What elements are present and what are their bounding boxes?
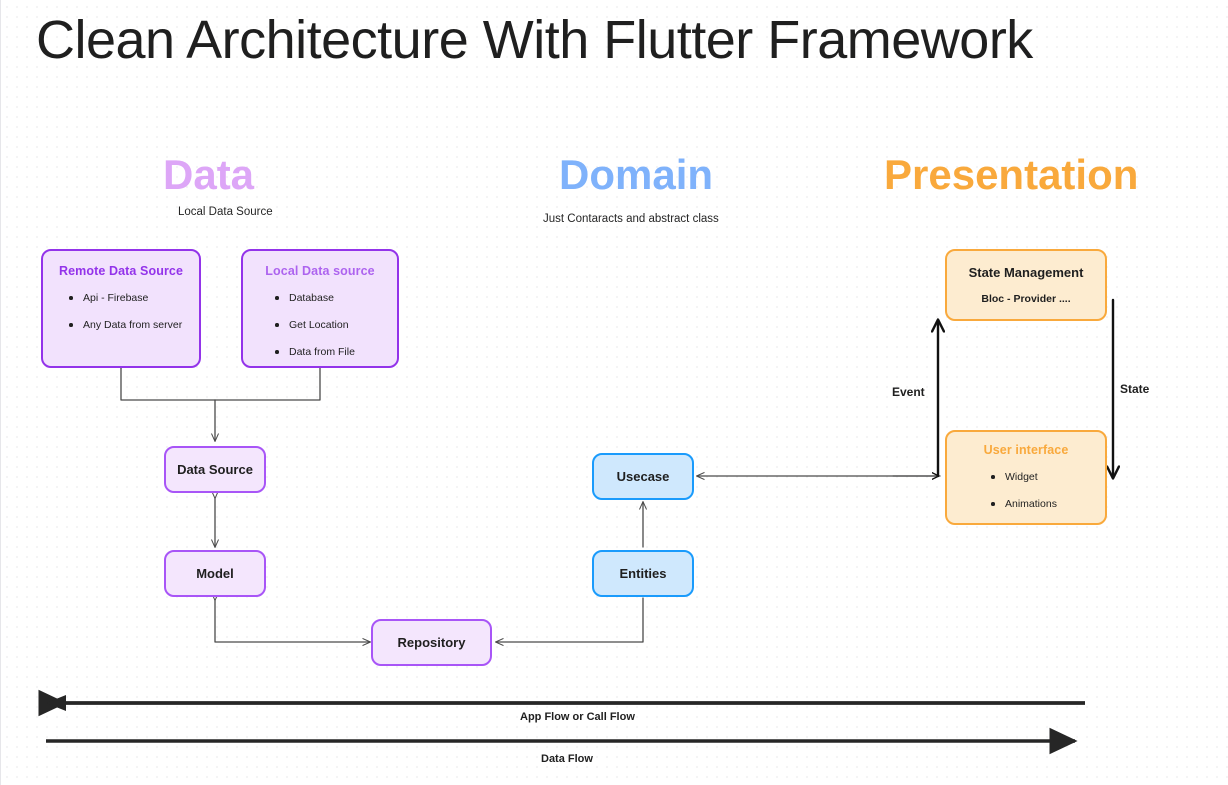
flow-label-app-flow: App Flow or Call Flow — [520, 711, 635, 723]
diagram-canvas — [0, 0, 1228, 785]
node-title: Remote Data Source — [58, 264, 184, 278]
node-bullet-list: Database Get Location Data from File — [275, 278, 355, 359]
node-title: Model — [196, 566, 234, 581]
node-title: State Management — [968, 265, 1084, 280]
node-bullet-list: Widget Animations — [991, 457, 1057, 511]
node-remote-data-source[interactable]: Remote Data Source Api - Firebase Any Da… — [41, 249, 201, 368]
node-state-management[interactable]: State Management Bloc - Provider .... — [945, 249, 1107, 321]
node-local-data-source[interactable]: Local Data source Database Get Location … — [241, 249, 399, 368]
canvas-left-border — [0, 0, 1, 785]
node-repository[interactable]: Repository — [371, 619, 492, 666]
column-subtitle-data: Local Data Source — [178, 206, 273, 218]
node-title: Entities — [619, 566, 667, 581]
node-title: Data Source — [177, 462, 253, 477]
column-heading-data: Data — [163, 151, 255, 198]
flow-label-data-flow: Data Flow — [541, 753, 593, 765]
node-data-source[interactable]: Data Source — [164, 446, 266, 493]
list-item: Get Location — [275, 318, 355, 332]
column-heading-domain: Domain — [559, 151, 714, 198]
edge-label-state: State — [1120, 382, 1150, 396]
column-subtitle-domain: Just Contaracts and abstract class — [543, 213, 719, 225]
list-item: Api - Firebase — [69, 291, 182, 305]
node-entities[interactable]: Entities — [592, 550, 694, 597]
node-model[interactable]: Model — [164, 550, 266, 597]
node-title: Usecase — [616, 469, 670, 484]
node-usecase[interactable]: Usecase — [592, 453, 694, 500]
node-bullet-list: Api - Firebase Any Data from server — [69, 278, 182, 332]
list-item: Data from File — [275, 345, 355, 359]
list-item: Animations — [991, 497, 1057, 511]
node-title: User interface — [983, 443, 1069, 457]
node-user-interface[interactable]: User interface Widget Animations — [945, 430, 1107, 525]
column-heading-presentation: Presentation — [884, 151, 1139, 198]
node-subtitle: Bloc - Provider .... — [981, 293, 1071, 305]
list-item: Any Data from server — [69, 318, 182, 332]
node-title: Local Data source — [265, 264, 375, 278]
edge-label-event: Event — [892, 385, 925, 399]
page-title: Clean Architecture With Flutter Framewor… — [36, 10, 1033, 70]
list-item: Database — [275, 291, 355, 305]
list-item: Widget — [991, 470, 1057, 484]
node-title: Repository — [397, 635, 466, 650]
